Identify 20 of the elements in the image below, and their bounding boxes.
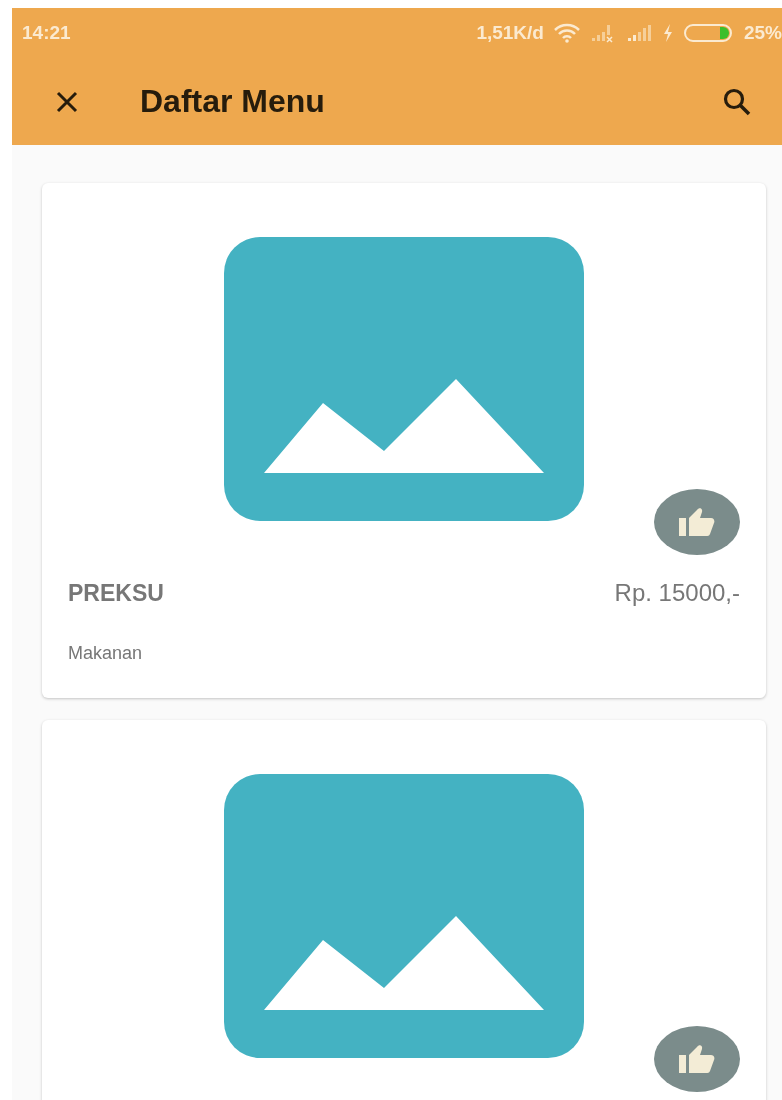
menu-category: Makanan [68, 643, 144, 664]
image-placeholder-icon [224, 774, 584, 1058]
lightning-icon [661, 23, 674, 43]
signal-off-icon [589, 23, 616, 43]
battery-icon [683, 23, 734, 43]
page-title: Daftar Menu [140, 83, 326, 120]
image-placeholder-icon [224, 237, 584, 521]
search-button[interactable] [722, 86, 752, 117]
wifi-icon [553, 23, 580, 43]
menu-name: PREKSU [68, 579, 164, 607]
thumbs-up-icon [677, 506, 717, 538]
signal-icon [625, 23, 652, 43]
status-time: 14:21 [22, 22, 71, 44]
close-button[interactable] [56, 90, 78, 113]
menu-card[interactable]: PREKSU Rp. 15000,- Makanan [42, 183, 766, 698]
thumbs-up-icon [677, 1043, 717, 1075]
network-speed: 1,51K/d [476, 22, 544, 44]
menu-price: Rp. 15000,- [614, 579, 740, 607]
battery-percentage: 25% [743, 22, 782, 44]
menu-card[interactable] [42, 720, 766, 1100]
